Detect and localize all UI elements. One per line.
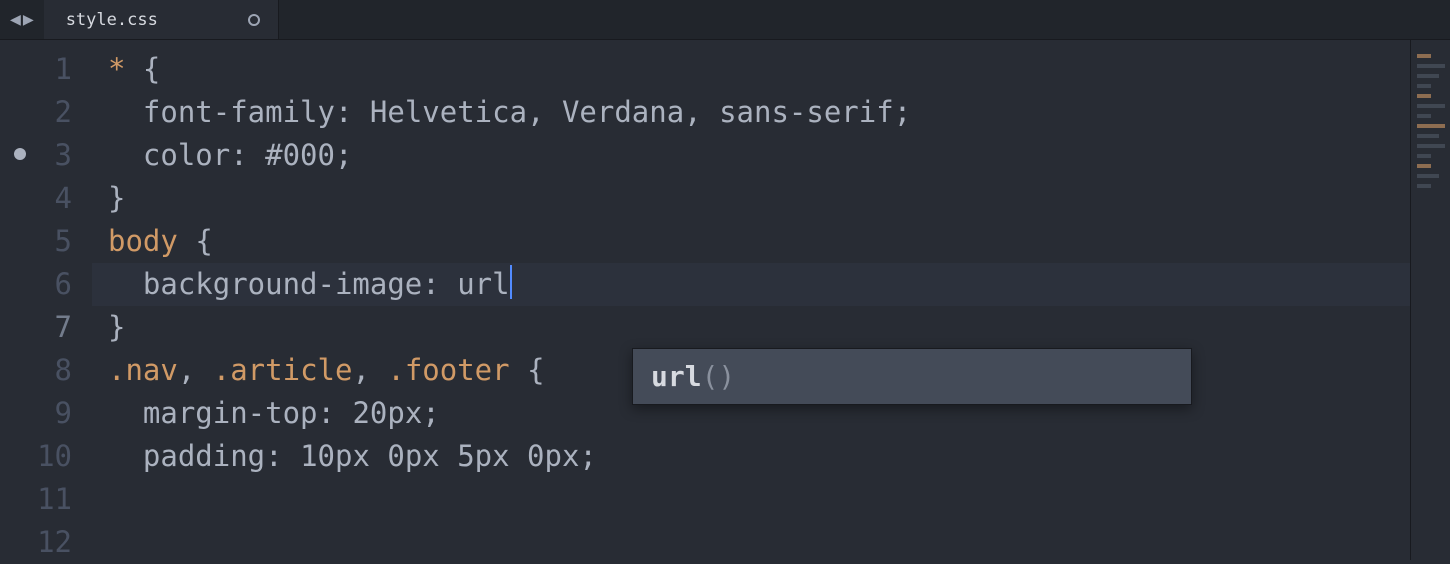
code-token: } <box>108 310 125 344</box>
minimap-line <box>1417 114 1431 118</box>
tab-modified-indicator-icon[interactable] <box>248 14 260 26</box>
tab-stylecss[interactable]: style.css <box>44 0 279 39</box>
code-token: , <box>352 353 387 387</box>
line-number[interactable]: 11 <box>0 478 92 521</box>
code-token: Helvetica, Verdana, sans-serif <box>370 95 894 129</box>
code-line[interactable]: font-family: Helvetica, Verdana, sans-se… <box>92 91 1410 134</box>
code-token: body <box>108 224 195 258</box>
code-token: .article <box>213 353 353 387</box>
code-token: 20px <box>352 396 422 430</box>
code-line[interactable]: background-image: url <box>92 263 1410 306</box>
code-token: : <box>422 267 457 301</box>
code-line[interactable]: body { <box>92 220 1410 263</box>
line-number[interactable]: 12 <box>0 521 92 564</box>
code-token: background-image <box>108 267 422 301</box>
code-token: ; <box>894 95 911 129</box>
autocomplete-label: url <box>651 360 702 393</box>
code-line[interactable]: padding: 10px 0px 5px 0px; <box>92 435 1410 478</box>
minimap-line <box>1417 144 1445 148</box>
nav-arrows: ◀ ▶ <box>0 9 44 30</box>
code-line[interactable]: * { <box>92 48 1410 91</box>
code-line[interactable]: color: #000; <box>92 134 1410 177</box>
minimap-line <box>1417 124 1445 128</box>
nav-forward-icon[interactable]: ▶ <box>23 9 34 30</box>
autocomplete-item[interactable]: url() <box>633 349 1191 404</box>
code-token: : <box>265 439 300 473</box>
minimap-line <box>1417 64 1445 68</box>
code-token: { <box>143 52 160 86</box>
code-token: } <box>108 181 125 215</box>
code-token: font-family <box>108 95 335 129</box>
code-token: url <box>457 267 509 301</box>
line-number[interactable]: 7 <box>0 306 92 349</box>
editor-area: 123456789101112 * { font-family: Helveti… <box>0 40 1450 560</box>
code-line[interactable]: } <box>92 177 1410 220</box>
nav-back-icon[interactable]: ◀ <box>10 9 21 30</box>
code-token: : <box>318 396 353 430</box>
code-token: * <box>108 52 143 86</box>
gutter: 123456789101112 <box>0 40 92 560</box>
line-number[interactable]: 8 <box>0 349 92 392</box>
code-token: 10px 0px 5px 0px <box>300 439 579 473</box>
code-token: .footer <box>387 353 527 387</box>
code-token: , <box>178 353 213 387</box>
code-token: ; <box>335 138 352 172</box>
minimap-line <box>1417 84 1431 88</box>
code-line[interactable]: } <box>92 306 1410 349</box>
minimap-line <box>1417 154 1431 158</box>
line-number[interactable]: 4 <box>0 177 92 220</box>
code-token: { <box>527 353 544 387</box>
text-cursor <box>510 265 512 299</box>
code-token: margin-top <box>108 396 318 430</box>
line-number[interactable]: 2 <box>0 91 92 134</box>
code-token: ; <box>422 396 439 430</box>
code-token: color <box>108 138 230 172</box>
minimap-line <box>1417 164 1431 168</box>
code-token: : <box>230 138 265 172</box>
line-modified-dot-icon <box>14 148 26 160</box>
code-token: : <box>335 95 370 129</box>
line-number[interactable]: 9 <box>0 392 92 435</box>
minimap-line <box>1417 54 1431 58</box>
tab-bar: ◀ ▶ style.css <box>0 0 1450 40</box>
minimap-line <box>1417 104 1445 108</box>
minimap-line <box>1417 94 1431 98</box>
code-area[interactable]: * { font-family: Helvetica, Verdana, san… <box>92 40 1410 560</box>
line-number[interactable]: 1 <box>0 48 92 91</box>
minimap-line <box>1417 174 1439 178</box>
code-token: #000 <box>265 138 335 172</box>
code-token: { <box>195 224 212 258</box>
code-token: ; <box>579 439 596 473</box>
line-number[interactable]: 10 <box>0 435 92 478</box>
tab-filename: style.css <box>66 10 158 30</box>
line-number[interactable]: 6 <box>0 263 92 306</box>
line-number[interactable]: 5 <box>0 220 92 263</box>
autocomplete-popup[interactable]: url() <box>632 348 1192 405</box>
minimap-line <box>1417 134 1439 138</box>
minimap-line <box>1417 184 1431 188</box>
minimap-line <box>1417 74 1439 78</box>
minimap[interactable] <box>1410 40 1450 560</box>
autocomplete-paren: () <box>702 360 736 393</box>
code-token: padding <box>108 439 265 473</box>
code-token: .nav <box>108 353 178 387</box>
